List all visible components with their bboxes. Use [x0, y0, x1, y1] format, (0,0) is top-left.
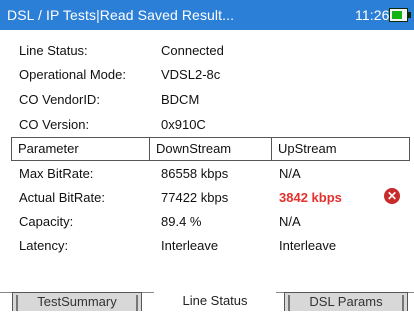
info-label: Line Status: [19, 43, 88, 58]
cell-downstream: Interleave [161, 238, 219, 253]
column-header-parameter: Parameter [12, 138, 150, 160]
error-x-icon: ✕ [384, 188, 400, 204]
clock: 11:26 [355, 7, 390, 23]
table-header: Parameter DownStream UpStream [12, 138, 409, 161]
info-value: VDSL2-8c [161, 67, 221, 82]
cell-downstream: 86558 kbps [161, 166, 229, 181]
cell-parameter: Max BitRate: [19, 166, 94, 181]
info-value: BDCM [161, 92, 200, 107]
table-row: Latency: Interleave Interleave [19, 234, 409, 256]
cell-upstream-fail: 3842 kbps [279, 190, 342, 205]
table-row: Max BitRate: 86558 kbps N/A [19, 162, 409, 184]
tab-test-summary[interactable]: TestSummary [12, 292, 142, 311]
cell-parameter: Latency: [19, 238, 69, 253]
tab-dsl-params[interactable]: DSL Params [284, 292, 408, 311]
table-row: Capacity: 89.4 % N/A [19, 210, 409, 232]
info-label: Operational Mode: [19, 67, 126, 82]
results-table: Parameter DownStream UpStream [11, 137, 410, 161]
window-title: DSL / IP Tests|Read Saved Result... [7, 7, 235, 23]
cell-parameter: Actual BitRate: [19, 190, 105, 205]
title-bar: DSL / IP Tests|Read Saved Result... 11:2… [0, 0, 414, 30]
tab-line-status[interactable]: Line Status [154, 290, 276, 311]
info-label: CO VendorID: [19, 92, 100, 107]
battery-level-fill [392, 11, 402, 19]
cell-upstream: Interleave [279, 238, 337, 253]
info-label: CO Version: [19, 117, 90, 132]
cell-upstream: N/A [279, 214, 301, 229]
cell-upstream: N/A [279, 166, 301, 181]
table-row: Actual BitRate: 77422 kbps 3842 kbps ✕ [19, 186, 409, 208]
info-value: 0x910C [161, 117, 206, 132]
column-header-downstream: DownStream [150, 138, 272, 160]
cell-downstream: 89.4 % [161, 214, 202, 229]
cell-parameter: Capacity: [19, 214, 74, 229]
battery-charging-icon [389, 8, 411, 22]
column-header-upstream: UpStream [278, 141, 337, 156]
info-value: Connected [161, 43, 224, 58]
cell-downstream: 77422 kbps [161, 190, 229, 205]
